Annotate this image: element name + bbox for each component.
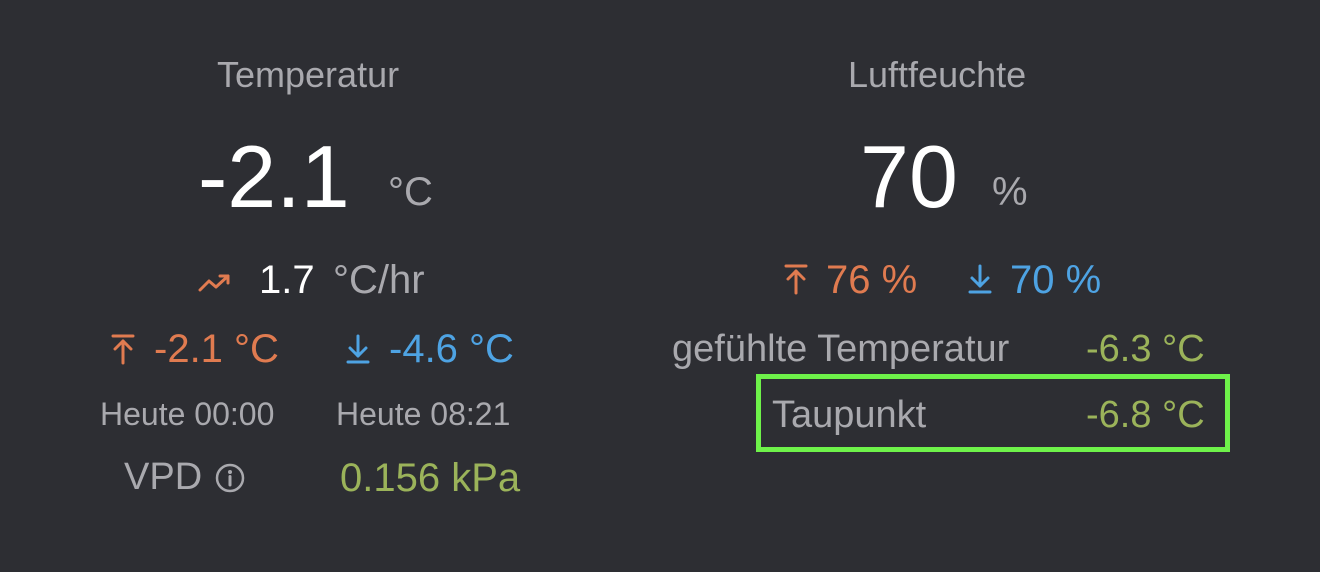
- humidity-min-value: 70 %: [1010, 258, 1102, 302]
- arrow-down-bar-icon: [345, 333, 371, 365]
- arrow-down-bar-icon: [967, 263, 993, 295]
- temperature-value: -2.1: [198, 127, 350, 226]
- humidity-title: Luftfeuchte: [848, 54, 1027, 95]
- temperature-title: Temperatur: [217, 54, 400, 95]
- humidity-max-value: 76 %: [826, 258, 918, 302]
- temperature-max-time: Heute 00:00: [100, 396, 275, 432]
- feels-like-label: gefühlte Temperatur: [672, 328, 1010, 370]
- trend-up-icon: [198, 268, 232, 296]
- info-icon[interactable]: [214, 462, 246, 494]
- feels-like-value: -6.3 °C: [1086, 328, 1205, 370]
- temperature-min-value: -4.6 °C: [389, 327, 514, 371]
- vpd-label: VPD: [124, 456, 203, 498]
- arrow-up-bar-icon: [110, 333, 136, 365]
- temperature-unit: °C: [388, 170, 433, 214]
- dewpoint-value: -6.8 °C: [1086, 394, 1205, 436]
- temperature-trend-unit: °C/hr: [333, 258, 425, 302]
- dewpoint-label: Taupunkt: [772, 394, 927, 436]
- temperature-trend-value: 1.7: [259, 258, 315, 302]
- arrow-up-bar-icon: [783, 263, 809, 295]
- temperature-max-value: -2.1 °C: [154, 327, 279, 371]
- humidity-value: 70: [860, 127, 958, 226]
- temperature-min-time: Heute 08:21: [336, 396, 511, 432]
- humidity-unit: %: [992, 170, 1028, 214]
- vpd-value: 0.156 kPa: [340, 456, 521, 500]
